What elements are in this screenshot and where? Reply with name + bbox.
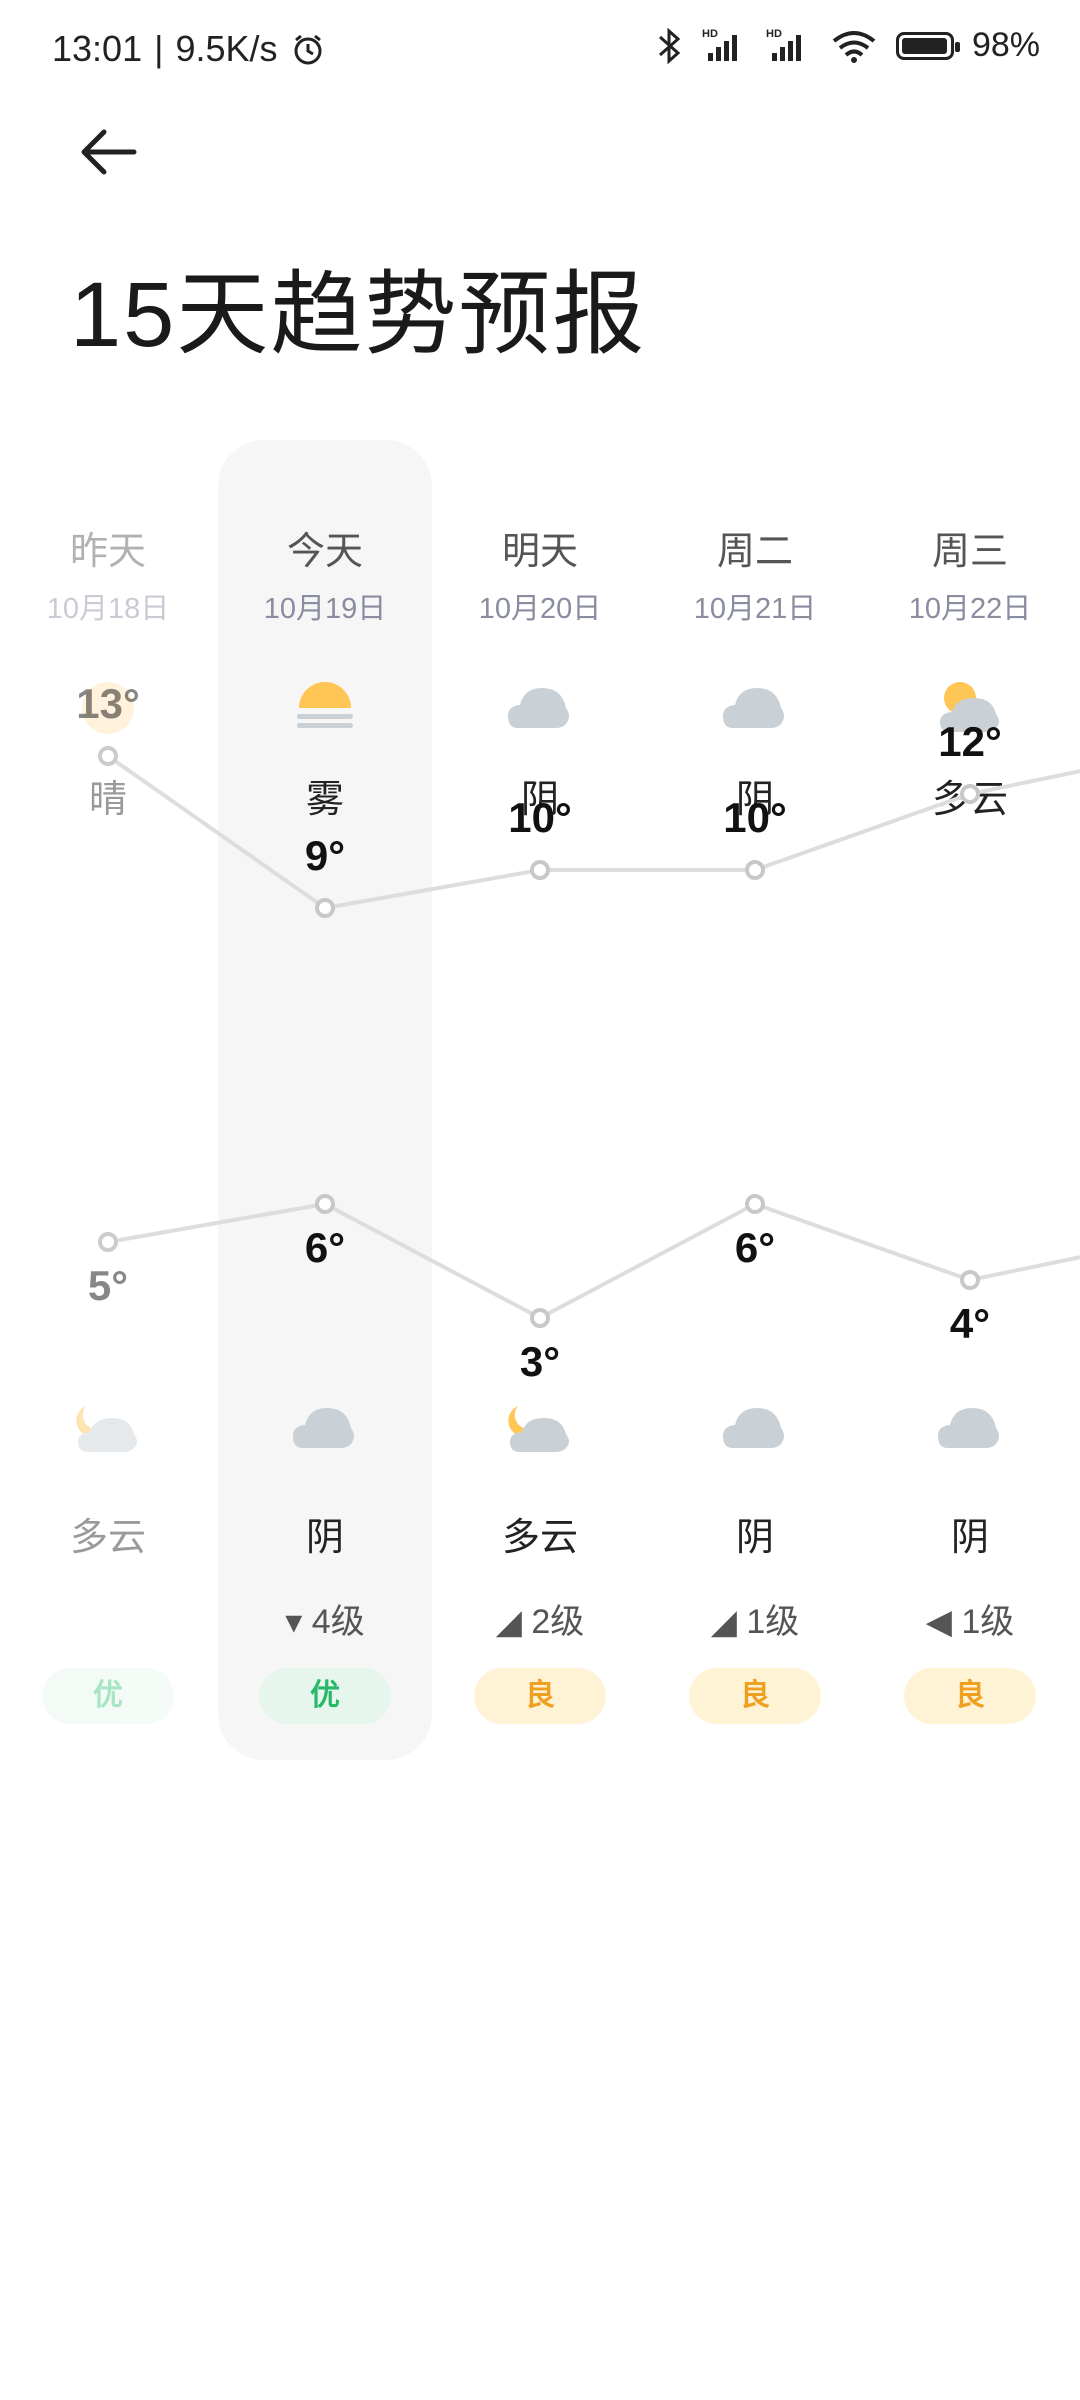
low-temp-label: 6° xyxy=(304,1224,346,1271)
day-name: 今天 xyxy=(286,531,363,573)
day-header[interactable]: 周二 10月21日 xyxy=(648,520,862,627)
aqi-badge[interactable]: 优 xyxy=(42,1668,174,1724)
day-header[interactable]: 昨天 10月18日 xyxy=(1,520,215,627)
signal-hd-icon-2: HD xyxy=(766,28,801,61)
low-temp-label: 6° xyxy=(734,1224,776,1271)
network-speed: 9.5K/s xyxy=(175,28,278,69)
night-condition: 多云 xyxy=(69,1517,146,1559)
aqi-badge-wrap: 良 xyxy=(648,1668,862,1724)
aqi-badge[interactable]: 良 xyxy=(689,1668,821,1724)
day-name: 昨天 xyxy=(69,531,146,573)
separator: | xyxy=(154,28,164,69)
bluetooth-icon xyxy=(658,27,681,64)
high-temp-label: 12° xyxy=(938,718,1002,765)
battery-fill xyxy=(901,37,947,54)
day-date: 10月18日 xyxy=(46,593,170,625)
high-temp-point xyxy=(745,860,765,880)
wifi-icon xyxy=(832,30,876,63)
night-condition: 阴 xyxy=(950,1517,989,1559)
low-temp-point xyxy=(745,1194,765,1214)
night-condition: 阴 xyxy=(305,1517,344,1559)
day-name: 明天 xyxy=(501,531,578,573)
high-temp-point xyxy=(98,746,118,766)
day-date: 10月19日 xyxy=(263,593,387,625)
day-weather-icon xyxy=(218,672,432,749)
battery-icon xyxy=(895,31,960,60)
low-temp-point xyxy=(98,1232,118,1252)
status-right: HD HD 98% xyxy=(654,26,1040,65)
day-name: 周二 xyxy=(716,531,793,573)
page-title: 15天趋势预报 xyxy=(70,264,647,366)
aqi-badge-wrap: 优 xyxy=(218,1668,432,1724)
night-weather-icon xyxy=(1,1392,215,1469)
day-weather-icon xyxy=(648,672,862,749)
high-temp-point xyxy=(530,860,550,880)
day-condition: 晴 xyxy=(88,779,127,821)
aqi-badge[interactable]: 良 xyxy=(904,1668,1036,1724)
wind-level: ▾ 4级 xyxy=(285,1603,365,1641)
day-condition: 雾 xyxy=(305,779,344,821)
wind-level: ◢ 2级 xyxy=(495,1603,585,1641)
clock: 13:01 xyxy=(52,28,143,69)
night-weather-icon xyxy=(433,1392,647,1469)
today-highlight xyxy=(218,440,432,1760)
signal-hd-icon: HD xyxy=(702,28,737,61)
wind-level: ◢ 1级 xyxy=(710,1603,800,1641)
day-header[interactable]: 明天 10月20日 xyxy=(433,520,647,627)
aqi-badge-wrap: 良 xyxy=(863,1668,1077,1724)
day-date: 10月22日 xyxy=(908,593,1032,625)
night-condition: 阴 xyxy=(735,1517,774,1559)
night-condition: 多云 xyxy=(501,1517,578,1559)
day-name: 周三 xyxy=(931,531,1008,573)
aqi-badge-wrap: 优 xyxy=(1,1668,215,1724)
day-condition: 多云 xyxy=(931,779,1008,821)
high-temp-label: 10° xyxy=(723,794,787,841)
alarm-icon xyxy=(294,34,322,65)
aqi-badge[interactable]: 优 xyxy=(259,1668,391,1724)
day-date: 10月20日 xyxy=(478,593,602,625)
night-weather-icon xyxy=(863,1392,1077,1469)
back-arrow-icon[interactable] xyxy=(70,120,150,200)
low-temp-label: 3° xyxy=(519,1338,561,1385)
day-date: 10月21日 xyxy=(693,593,817,625)
aqi-badge[interactable]: 良 xyxy=(474,1668,606,1724)
day-header[interactable]: 周三 10月22日 xyxy=(863,520,1077,627)
aqi-badge-wrap: 良 xyxy=(433,1668,647,1724)
night-weather-icon xyxy=(648,1392,862,1469)
status-left: 13:01 | 9.5K/s xyxy=(52,28,326,70)
status-bar: 13:01 | 9.5K/s HD HD 98% xyxy=(0,0,1080,96)
night-weather-icon xyxy=(218,1392,432,1469)
battery-text: 98% xyxy=(971,26,1040,64)
high-temp-label: 13° xyxy=(76,680,140,727)
svg-text:HD: HD xyxy=(702,28,718,40)
low-temp-point xyxy=(530,1308,550,1328)
low-temp-label: 4° xyxy=(949,1300,991,1347)
day-weather-icon xyxy=(433,672,647,749)
high-temp-label: 9° xyxy=(304,832,346,879)
day-header[interactable]: 今天 10月19日 xyxy=(218,520,432,627)
high-temp-label: 10° xyxy=(508,794,572,841)
svg-text:HD: HD xyxy=(766,28,782,40)
wind-level: ◀ 1级 xyxy=(925,1603,1015,1641)
low-temp-label: 5° xyxy=(87,1262,129,1309)
low-temp-point xyxy=(960,1270,980,1290)
